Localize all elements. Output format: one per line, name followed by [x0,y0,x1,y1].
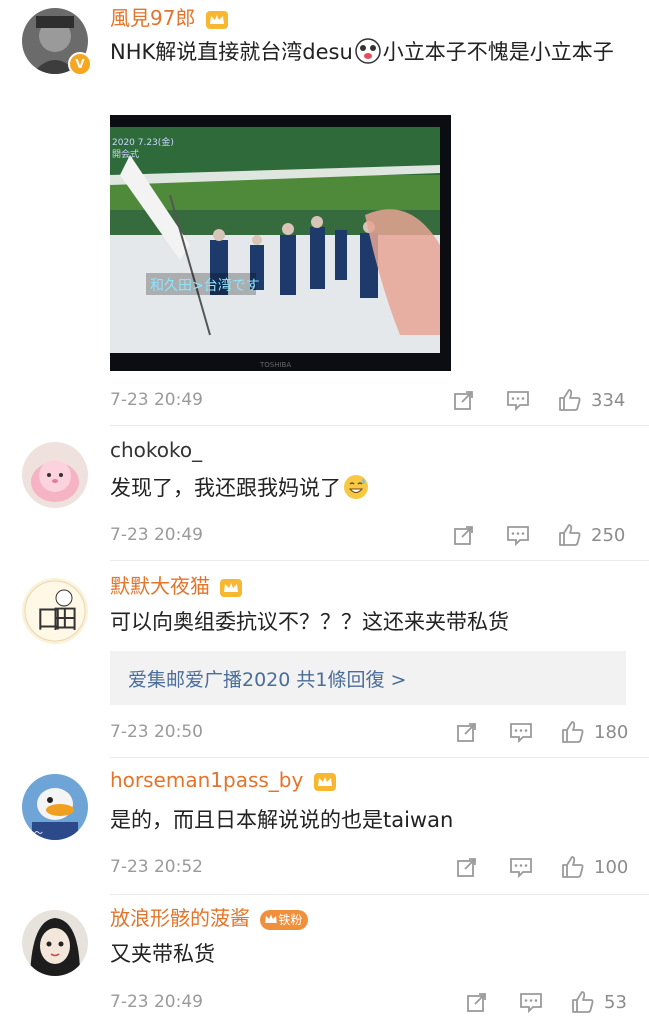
like-icon [562,721,584,743]
like-button[interactable]: 334 [557,386,625,414]
comment-text: NHK解说直接就台湾desu 小立本子不愧是小立本子 [110,38,614,64]
like-button[interactable]: 100 [560,853,628,881]
timestamp: 7-23 20:49 [110,992,203,1012]
comment-item: 口田 默默大夜猫 可以向奥组委抗议不？？？这还来夹带私货 爱集邮爱广播2020 … [0,562,649,757]
svg-text:開会式: 開会式 [112,148,139,160]
like-icon [559,389,581,411]
comment-item: 〜 horseman1pass_by 是的，而且日本解说说的也是taiwan 7… [0,760,649,895]
comment-text: 又夹带私货 [110,942,215,966]
like-icon [562,856,584,878]
verified-icon: V [68,52,92,76]
like-button[interactable]: 180 [560,718,628,746]
comment-text: 可以向奥组委抗议不？？？这还来夹带私货 [110,610,509,634]
reply-preview[interactable]: 爱集邮爱广播2020 共1條回復 > [110,651,626,705]
like-count: 180 [594,721,629,743]
divider [110,757,649,758]
comment-footer: 7-23 20:49 334 [110,386,630,416]
image-caption: 和久田>台湾です [150,277,260,294]
like-count: 334 [591,389,626,411]
timestamp: 7-23 20:50 [110,722,203,742]
like-button[interactable]: 250 [557,521,625,549]
comment-footer: 7-23 20:49 250 [110,521,630,551]
divider [110,894,649,895]
comment-image[interactable]: 和久田>台湾です 2020 7.23(金) 開会式 TOSHIBA [110,115,451,371]
comment-footer: 7-23 20:49 53 [110,988,630,1018]
reply-link[interactable]: 爱集邮爱广播2020 共1條回復 > [128,665,406,692]
sweat-smile-emoji-icon [344,475,368,499]
crown-icon [205,10,228,29]
comment-text: 发现了，我还跟我妈说了 [110,472,621,505]
like-count: 53 [604,991,627,1013]
comment-icon[interactable] [517,988,545,1016]
comment-footer: 7-23 20:50 180 [110,718,630,748]
timestamp: 7-23 20:49 [110,390,203,410]
username[interactable]: chokoko_ [110,438,202,462]
svg-text:〜: 〜 [34,829,43,839]
avatar[interactable] [22,442,88,508]
like-icon [572,991,594,1013]
share-icon[interactable] [453,718,481,746]
avatar[interactable]: 口田 [22,578,88,644]
comment-item: chokoko_ 发现了，我还跟我妈说了 7-23 20:49 250 [0,430,649,560]
comment-footer: 7-23 20:52 100 [110,853,630,883]
laughing-emoji-icon [355,38,381,64]
comment-icon[interactable] [504,386,532,414]
timestamp: 7-23 20:52 [110,857,203,877]
like-count: 250 [591,524,626,546]
like-icon [559,524,581,546]
share-icon[interactable] [463,988,491,1016]
crown-icon [265,914,278,923]
share-icon[interactable] [453,853,481,881]
fan-badge: 铁粉 [260,909,309,930]
username[interactable]: horseman1pass_by [110,768,336,792]
crown-icon [313,772,336,791]
like-button[interactable]: 53 [570,988,627,1016]
username[interactable]: 放浪形骸的菠酱 铁粉 [110,902,309,931]
svg-text:2020 7.23(金): 2020 7.23(金) [112,136,174,148]
comment-icon[interactable] [507,853,535,881]
username[interactable]: 默默大夜猫 [110,570,243,599]
divider [110,425,649,426]
like-count: 100 [594,856,629,878]
comment-text: 是的，而且日本解说说的也是taiwan [110,808,454,832]
crown-icon [220,578,243,597]
comment-item: 放浪形骸的菠酱 铁粉 又夹带私货 7-23 20:49 53 [0,896,649,1024]
divider [110,560,649,561]
comment-icon[interactable] [507,718,535,746]
avatar[interactable]: 〜 [22,774,88,840]
svg-text:田: 田 [52,605,78,635]
comment-item: V 風見97郎 NHK解说直接就台湾desu 小立本子不愧是小立本子 和久田>台… [0,0,649,430]
share-icon[interactable] [450,386,478,414]
timestamp: 7-23 20:49 [110,525,203,545]
avatar[interactable] [22,910,88,976]
svg-text:TOSHIBA: TOSHIBA [259,361,291,369]
comment-icon[interactable] [504,521,532,549]
share-icon[interactable] [450,521,478,549]
username[interactable]: 風見97郎 [110,2,228,31]
